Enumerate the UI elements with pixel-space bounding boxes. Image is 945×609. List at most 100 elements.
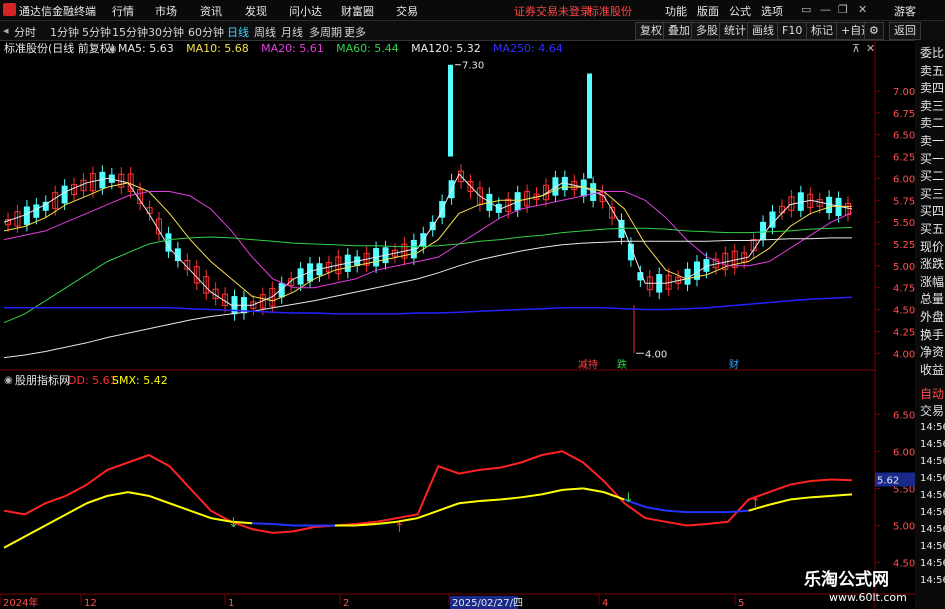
window-icon[interactable]: ▭: [801, 3, 811, 16]
tool-button-5[interactable]: F10: [777, 22, 808, 40]
tool-button-6[interactable]: 标记: [806, 22, 838, 40]
smx-segment-24: [500, 496, 522, 501]
price-tick-label-4: 6.00: [893, 174, 915, 185]
smx-segment-28: [582, 487, 604, 494]
auto-label[interactable]: 自动: [920, 385, 944, 402]
date-label-1: 12: [84, 598, 97, 609]
tick-time-6: 14:56: [920, 524, 945, 535]
period-tab-8[interactable]: 月线: [281, 24, 303, 40]
menu-trade[interactable]: 交易: [396, 3, 418, 19]
spike-candle-1: [448, 64, 453, 157]
smx-segment-31: [644, 505, 667, 512]
ma-label-5: MA250: 4.64: [493, 42, 563, 55]
smx-segment-13: [272, 523, 294, 527]
tick-time-5: 14:56: [920, 507, 945, 518]
trade-label[interactable]: 交易: [920, 402, 944, 419]
period-tab-3[interactable]: 15分钟: [112, 24, 148, 40]
smx-segment-21: [438, 502, 460, 512]
ma-line-ma120: [3, 237, 852, 359]
price-tick-label-9: 4.75: [893, 284, 915, 295]
order-book-label-14: 总量: [920, 292, 945, 307]
menu-market[interactable]: 市场: [155, 3, 177, 19]
price-tick-label-6: 5.50: [893, 218, 915, 229]
left-arrow-icon[interactable]: ◂: [3, 24, 9, 37]
menu-function[interactable]: 功能: [665, 3, 687, 19]
period-tab-6[interactable]: 日线: [227, 24, 249, 40]
tick-time-9: 14:56: [920, 575, 945, 586]
menu-wealth-circle[interactable]: 财富圈: [341, 3, 374, 19]
period-tab-2[interactable]: 5分钟: [82, 24, 111, 40]
close-icon[interactable]: ✕: [858, 3, 867, 16]
price-tick-label-11: 4.25: [893, 327, 915, 338]
smx-segment-4: [86, 494, 108, 505]
ma-label-3: MA60: 5.44: [336, 42, 399, 55]
menu-formula[interactable]: 公式: [729, 3, 751, 19]
smx-segment-35: [727, 509, 749, 514]
period-tab-5[interactable]: 60分钟: [188, 24, 224, 40]
restore-icon[interactable]: ❐: [838, 3, 848, 16]
candle-body-6: [61, 185, 68, 204]
menu-ask[interactable]: 问小达: [289, 3, 322, 19]
indicator-circle-icon: ◉: [4, 375, 13, 386]
ma-label-1: MA10: 5.68: [186, 42, 249, 55]
order-book-label-16: 换手: [920, 327, 945, 342]
period-tab-9[interactable]: 多周期: [309, 24, 342, 40]
period-tab-0[interactable]: 分时: [14, 24, 36, 40]
smx-segment-7: [148, 494, 170, 505]
period-tab-1[interactable]: 1分钟: [50, 24, 79, 40]
smx-segment-9: [189, 509, 212, 520]
order-book-label-0: 委比: [920, 46, 945, 60]
date-label-2: 1: [228, 598, 234, 609]
order-book-label-9: 买四: [920, 204, 945, 219]
smx-segment-3: [65, 502, 88, 516]
menu-options[interactable]: 选项: [761, 3, 783, 19]
date-label-0: 2024年: [3, 596, 38, 609]
smx-segment-5: [107, 491, 129, 497]
spike-candle-2: [587, 73, 592, 179]
buy-arrow-icon-2: ↑: [750, 496, 761, 511]
menu-discover[interactable]: 发现: [245, 3, 267, 19]
ma-line-ma5: [3, 173, 853, 306]
tick-time-7: 14:56: [920, 541, 945, 552]
menu-layout[interactable]: 版面: [697, 3, 719, 19]
settings-gear-icon[interactable]: ⚙: [864, 22, 884, 40]
order-book-label-6: 买一: [920, 151, 945, 166]
ma-line-ma20: [3, 191, 853, 289]
smx-segment-0: [3, 535, 26, 549]
order-book-panel: 委比 卖五 卖四 卖三 卖二 卖一 买一 买二 买三 买四 买五 现价 涨跌 涨幅 总量 外盘 换手 净资 收益 自动…: [915, 40, 945, 609]
collapse-icon: ⊼: [852, 42, 860, 55]
event-marker-2: 财: [729, 358, 739, 371]
smx-segment-8: [169, 502, 191, 512]
price-tick-label-2: 6.50: [893, 131, 915, 142]
chart-area[interactable]: 标准股份(日线 前复权)◉ MA5: 5.63 MA10: 5.68 MA20: 5.…: [0, 40, 915, 609]
smx-segment-37: [769, 498, 791, 506]
ma-line-ma250: [4, 296, 853, 315]
close-panel-icon: ✕: [866, 42, 875, 55]
menu-news[interactable]: 资讯: [200, 3, 222, 19]
tick-time-4: 14:56: [920, 490, 945, 501]
tool-button-8[interactable]: 返回: [889, 22, 921, 40]
date-label-5: 4: [602, 598, 608, 609]
date-label-4: 2025/02/27/四: [452, 598, 523, 609]
watermark-url: www.60lt.com: [829, 591, 907, 604]
price-tick-label-10: 4.50: [893, 306, 915, 317]
period-toolbar: ◂ 分时 1分钟 5分钟 15分钟 30分钟 60分钟 日线 周线 月线 多周期 更多 复权 叠加 多股统…: [0, 21, 945, 41]
top-menu-bar: 通达信金融终端 行情 市场 资讯 发现 问小达 财富圈 交易 证券交易未登录 标…: [0, 0, 945, 21]
order-book-label-11: 现价: [920, 239, 945, 254]
trade-login-notice[interactable]: 证券交易未登录: [514, 3, 591, 19]
smx-segment-2: [44, 513, 67, 527]
order-book-label-1: 卖五: [920, 63, 945, 78]
period-tab-10[interactable]: 更多: [344, 24, 366, 40]
smx-label: SMX: 5.42: [112, 374, 168, 387]
period-tab-7[interactable]: 周线: [254, 24, 276, 40]
order-book-label-10: 买五: [920, 222, 945, 236]
minimize-icon[interactable]: —: [820, 3, 831, 16]
tool-button-4[interactable]: 画线: [747, 22, 779, 40]
watermark-text: 乐淘公式网: [804, 570, 889, 590]
menu-quotes[interactable]: 行情: [112, 3, 134, 19]
smx-segment-25: [520, 493, 542, 499]
ind-tick-label-1: 6.00: [893, 447, 915, 458]
tick-time-8: 14:56: [920, 558, 945, 569]
period-tab-4[interactable]: 30分钟: [148, 24, 184, 40]
guest-button[interactable]: 游客: [894, 3, 916, 19]
